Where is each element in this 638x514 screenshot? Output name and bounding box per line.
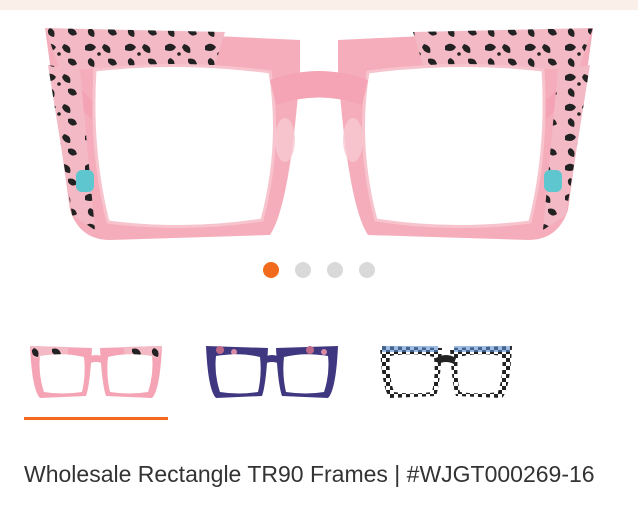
variant-thumbnail-purple-tortoise[interactable] <box>200 330 344 410</box>
variant-thumbnails <box>24 330 544 410</box>
product-main-image[interactable] <box>0 10 638 250</box>
carousel-dot-3[interactable] <box>327 262 343 278</box>
variant-thumbnail-pink-leopard[interactable] <box>24 330 168 410</box>
variant-thumbnail-checkered[interactable] <box>374 330 518 410</box>
carousel-dot-2[interactable] <box>295 262 311 278</box>
top-banner-strip <box>0 0 638 10</box>
carousel-dot-1[interactable] <box>263 262 279 278</box>
product-title: Wholesale Rectangle TR90 Frames | #WJGT0… <box>24 461 595 487</box>
selected-variant-indicator <box>24 417 168 420</box>
carousel-pagination <box>0 262 638 280</box>
glasses-thumbnail-purple <box>206 346 338 398</box>
carousel-dot-4[interactable] <box>359 262 375 278</box>
glasses-thumbnail-checkered <box>380 346 512 398</box>
glasses-illustration <box>45 28 593 240</box>
glasses-thumbnail-pink <box>30 346 162 398</box>
